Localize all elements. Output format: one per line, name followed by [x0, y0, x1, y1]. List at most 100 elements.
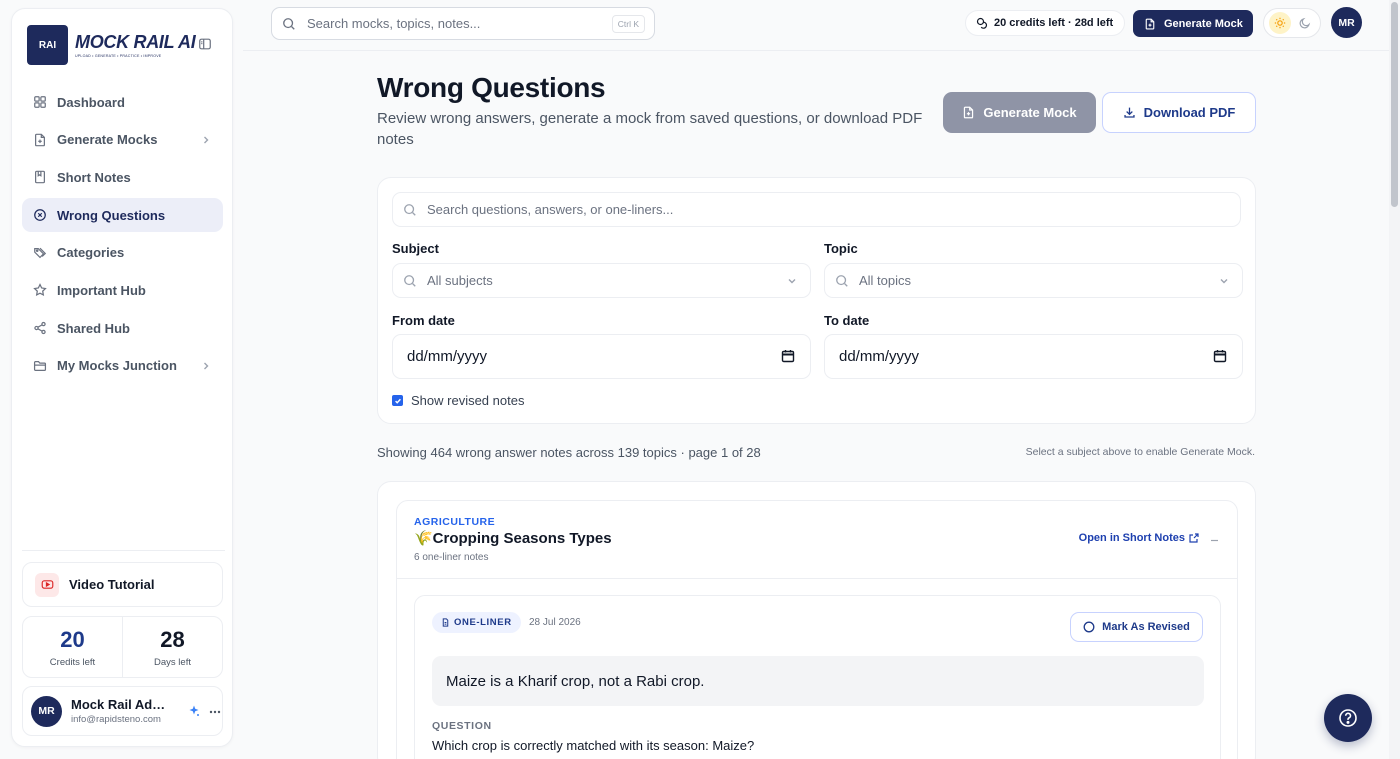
sidebar: RAI MOCK RAIL AI UPLOAD • GENERATE • PRA… — [11, 8, 233, 747]
chevron-down-icon — [1219, 276, 1229, 286]
notes-list: AGRICULTURE 🌾Cropping Seasons Types 6 on… — [377, 481, 1256, 759]
document-icon — [441, 618, 450, 627]
sidebar-item-categories[interactable]: Categories — [22, 236, 223, 270]
note-type-label: ONE-LINER — [454, 617, 512, 628]
subject-input[interactable] — [427, 273, 757, 288]
chevron-right-icon — [201, 361, 211, 371]
show-revised-toggle[interactable]: Show revised notes — [392, 393, 524, 408]
credits-pill: 20 credits left · 28d left — [965, 10, 1125, 36]
from-date-input[interactable]: dd/mm/yyyy — [392, 334, 811, 379]
download-pdf-label: Download PDF — [1143, 105, 1236, 120]
x-circle-icon — [33, 208, 47, 222]
search-icon — [835, 274, 849, 288]
calendar-icon[interactable] — [1213, 349, 1227, 363]
days-label: Days left — [154, 656, 191, 668]
help-button[interactable] — [1324, 694, 1372, 742]
calendar-icon[interactable] — [781, 349, 795, 363]
page-subtitle: Review wrong answers, generate a mock fr… — [377, 110, 923, 148]
from-date-label: From date — [392, 313, 455, 328]
sidebar-item-label: Short Notes — [57, 169, 131, 185]
file-plus-icon — [962, 106, 975, 119]
to-date-input[interactable]: dd/mm/yyyy — [824, 334, 1243, 379]
sidebar-item-label: Categories — [57, 245, 125, 261]
subject-select[interactable] — [392, 263, 811, 298]
topic-title: 🌾Cropping Seasons Types — [414, 530, 612, 547]
logo-tagline: UPLOAD • GENERATE • PRACTICE • IMPROVE — [75, 54, 162, 58]
credits-label: Credits left — [49, 656, 96, 668]
sidebar-item-shared-hub[interactable]: Shared Hub — [22, 311, 223, 345]
sidebar-item-generate-mocks[interactable]: Generate Mocks — [22, 123, 223, 157]
logo-title: MOCK RAIL AI — [75, 32, 196, 52]
topic-divider — [397, 578, 1237, 579]
topic-group: AGRICULTURE 🌾Cropping Seasons Types 6 on… — [396, 500, 1238, 759]
note-card: ONE-LINER 28 Jul 2026 Mark As Revised Ma… — [414, 595, 1221, 759]
avatar[interactable]: MR — [1331, 7, 1362, 38]
generate-mock-top-button[interactable]: Generate Mock — [1133, 10, 1253, 37]
subject-tag: AGRICULTURE — [414, 516, 496, 528]
share-icon — [33, 321, 47, 335]
to-date-placeholder: dd/mm/yyyy — [839, 348, 920, 365]
topic-select[interactable] — [824, 263, 1243, 298]
collapse-icon[interactable] — [1210, 536, 1219, 545]
sidebar-item-my-mocks-junction[interactable]: My Mocks Junction — [22, 349, 223, 383]
from-date-placeholder: dd/mm/yyyy — [407, 348, 488, 365]
moon-icon[interactable] — [1294, 12, 1316, 34]
file-plus-icon — [1144, 18, 1156, 30]
sun-icon[interactable] — [1268, 12, 1291, 34]
scrollbar-thumb[interactable] — [1391, 2, 1398, 207]
download-pdf-button[interactable]: Download PDF — [1102, 92, 1256, 133]
topic-input[interactable] — [859, 273, 1189, 288]
more-options-icon[interactable] — [208, 705, 222, 719]
download-icon — [1123, 106, 1136, 119]
credits-stat: 20 Credits left — [23, 617, 122, 677]
sidebar-item-dashboard[interactable]: Dashboard — [22, 85, 223, 119]
shortcut-hint: Ctrl K — [611, 15, 645, 33]
note-type-badge: ONE-LINER — [432, 612, 521, 633]
sidebar-item-label: Important Hub — [57, 282, 146, 298]
sidebar-item-short-notes[interactable]: Short Notes — [22, 160, 223, 194]
sidebar-collapse-icon[interactable] — [198, 37, 214, 53]
star-icon — [33, 283, 47, 297]
days-value: 28 — [160, 626, 185, 652]
search-icon — [282, 17, 296, 31]
scrollbar[interactable] — [1389, 0, 1400, 759]
chevron-right-icon — [201, 135, 211, 145]
credits-value: 20 — [60, 626, 85, 652]
show-revised-checkbox[interactable] — [392, 395, 403, 406]
sparkle-icon — [188, 705, 200, 717]
note-date: 28 Jul 2026 — [529, 617, 581, 628]
chevron-down-icon — [787, 276, 797, 286]
topic-note-count: 6 one-liner notes — [414, 552, 489, 563]
circle-icon — [1083, 621, 1095, 633]
global-search[interactable]: Ctrl K — [271, 7, 655, 40]
grid-icon — [33, 95, 47, 109]
mark-as-revised-button[interactable]: Mark As Revised — [1070, 612, 1203, 642]
question-text: Which crop is correctly matched with its… — [432, 738, 755, 753]
global-search-input[interactable] — [307, 16, 597, 31]
theme-toggle[interactable] — [1263, 8, 1321, 38]
notes-search-input[interactable] — [427, 202, 1027, 217]
sidebar-item-label: Generate Mocks — [57, 132, 158, 148]
avatar: MR — [31, 695, 62, 727]
sidebar-item-label: Dashboard — [57, 94, 125, 110]
open-in-short-notes-link[interactable]: Open in Short Notes — [1079, 532, 1199, 544]
filter-panel: Subject Topic From date dd/mm/yyyy To da… — [377, 177, 1256, 424]
credits-text: 20 credits left · 28d left — [994, 17, 1114, 29]
youtube-icon — [35, 572, 59, 597]
user-email: info@rapidsteno.com — [71, 714, 161, 725]
generate-mock-button[interactable]: Generate Mock — [943, 92, 1096, 133]
notes-search[interactable] — [392, 192, 1241, 227]
notebook-icon — [33, 170, 47, 184]
video-tutorial-button[interactable]: Video Tutorial — [22, 562, 223, 607]
user-card[interactable]: MR Mock Rail Admin info@rapidsteno.com — [22, 686, 223, 736]
brand-logo[interactable]: RAI MOCK RAIL AI UPLOAD • GENERATE • PRA… — [27, 24, 227, 66]
user-name: Mock Rail Admin — [71, 697, 171, 712]
generate-mock-top-label: Generate Mock — [1164, 17, 1243, 30]
sidebar-item-label: Shared Hub — [57, 320, 130, 336]
sidebar-item-label: Wrong Questions — [57, 207, 166, 223]
sidebar-item-wrong-questions[interactable]: Wrong Questions — [22, 198, 223, 233]
usage-stats: 20 Credits left 28 Days left — [22, 616, 223, 678]
days-stat: 28 Days left — [122, 617, 222, 677]
topic-label: Topic — [824, 241, 858, 256]
sidebar-item-important-hub[interactable]: Important Hub — [22, 273, 223, 307]
